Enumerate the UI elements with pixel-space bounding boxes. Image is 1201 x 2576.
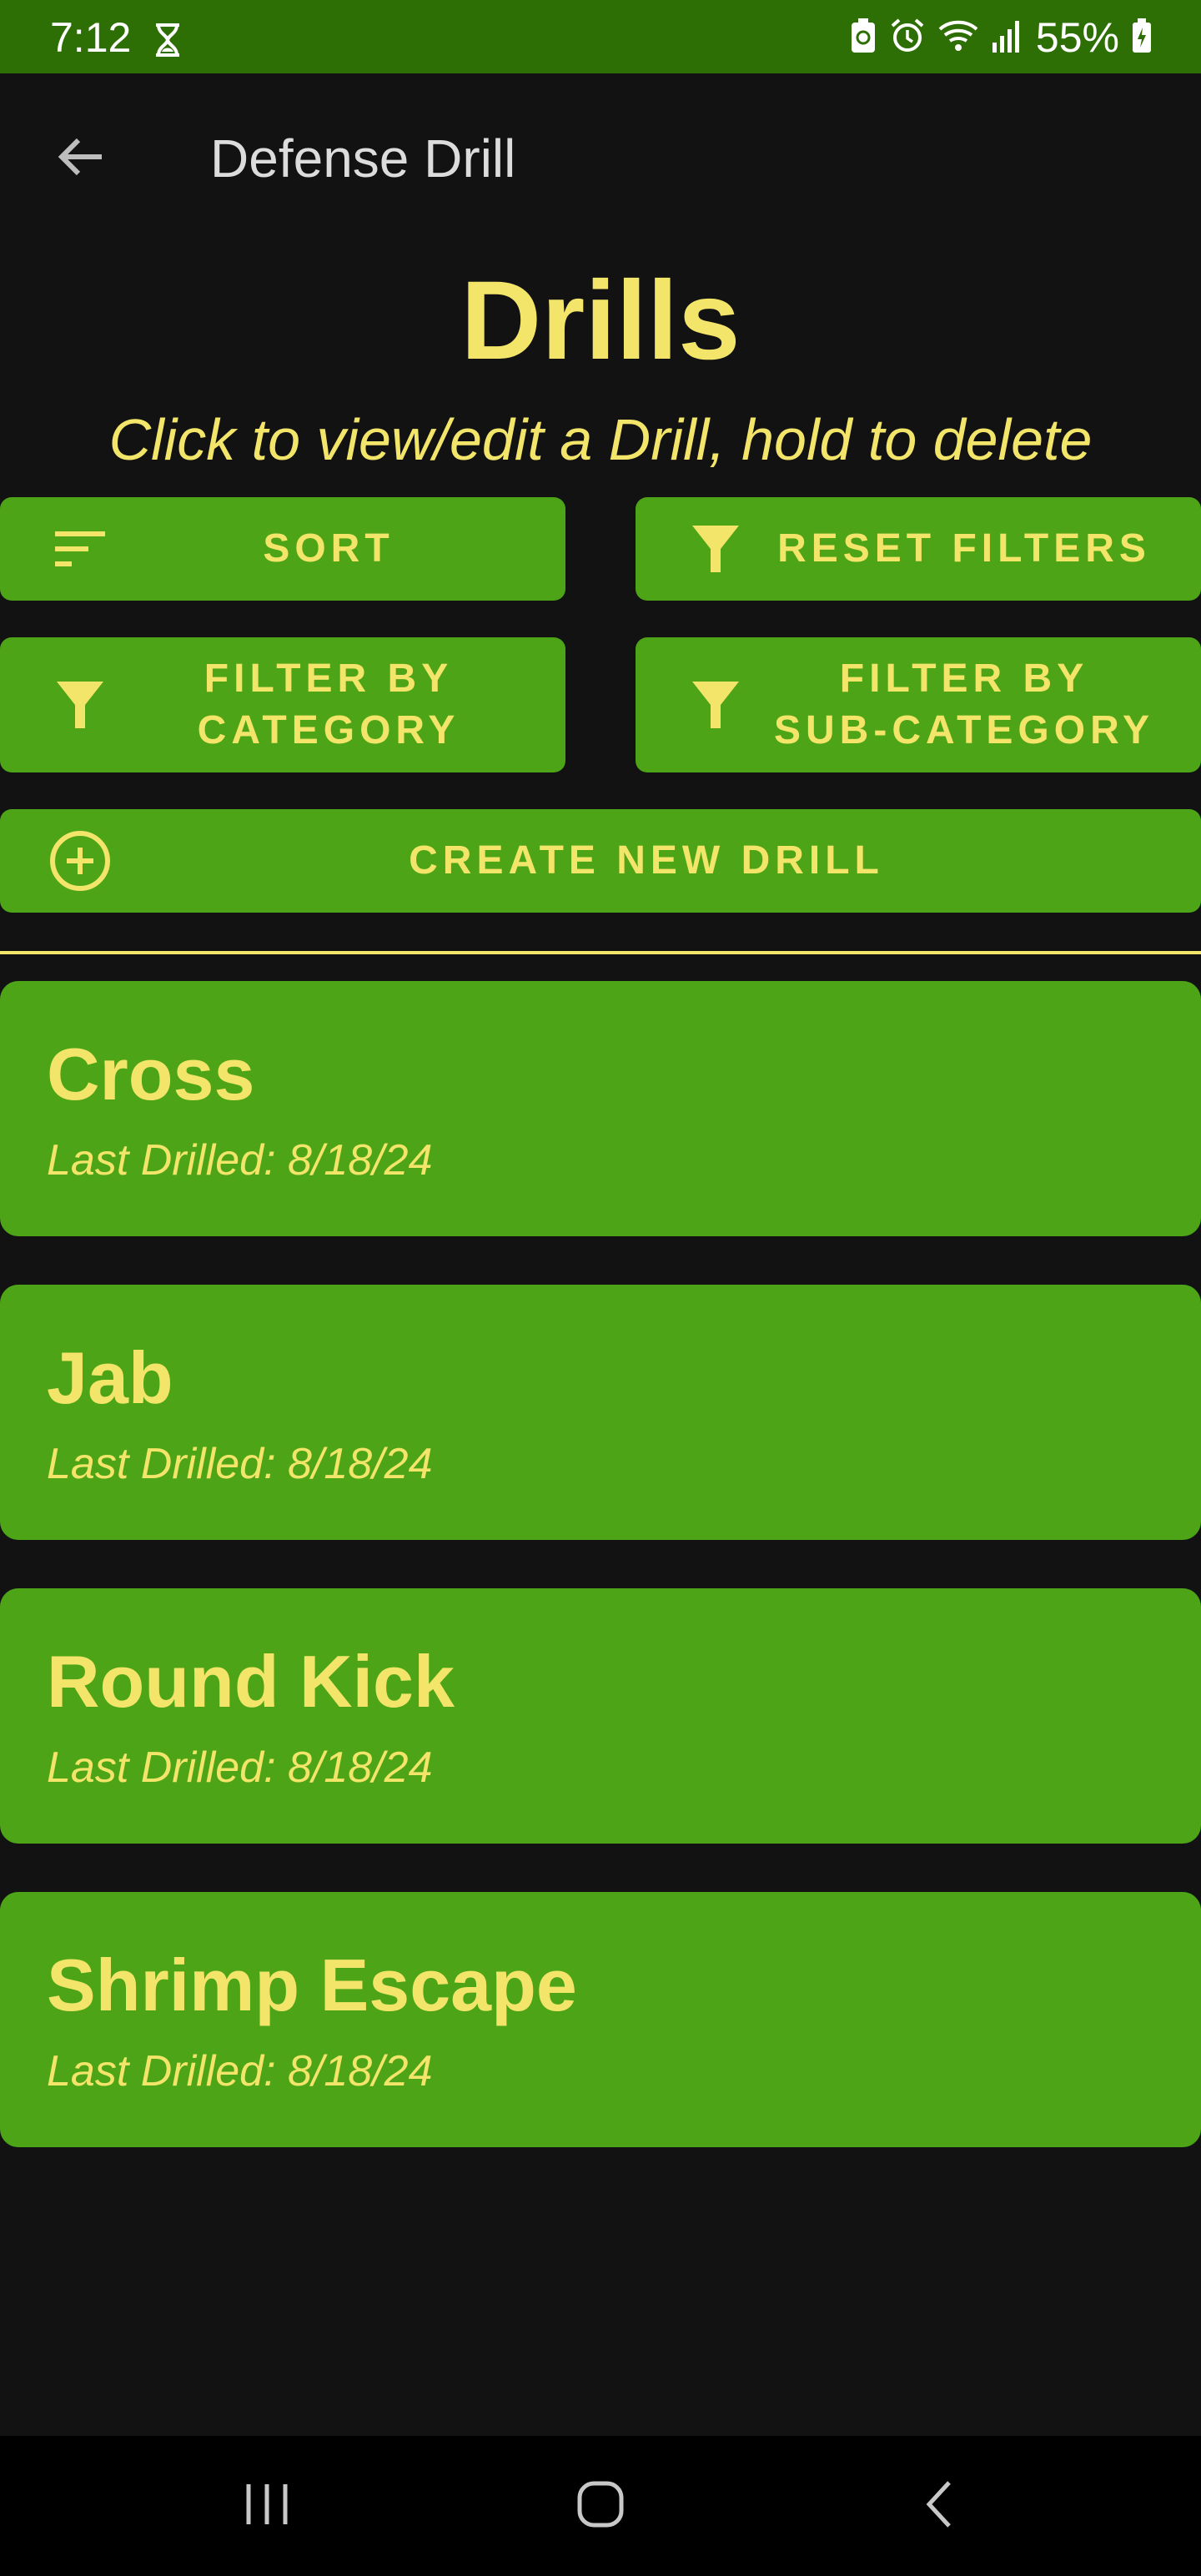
drill-name: Round Kick: [47, 1640, 455, 1723]
filter-by-category-button[interactable]: FILTER BY CATEGORY: [0, 637, 565, 772]
filter-icon: [47, 672, 113, 738]
wifi-icon: [937, 18, 979, 58]
create-new-drill-button[interactable]: CREATE NEW DRILL: [0, 809, 1201, 913]
create-new-drill-label: CREATE NEW DRILL: [409, 838, 884, 883]
drill-name: Jab: [47, 1336, 173, 1419]
chevron-left-icon: [922, 2479, 956, 2533]
add-circle-icon: [47, 828, 113, 894]
sort-button[interactable]: SORT: [0, 497, 565, 601]
drill-card[interactable]: Shrimp Escape Last Drilled: 8/18/24: [0, 1892, 1201, 2147]
drill-card[interactable]: Cross Last Drilled: 8/18/24: [0, 981, 1201, 1236]
battery-charging-icon: [1131, 18, 1153, 58]
arrow-left-icon: [55, 136, 105, 182]
hourglass-icon: [153, 23, 182, 61]
sort-icon: [47, 516, 113, 582]
drill-card[interactable]: Jab Last Drilled: 8/18/24: [0, 1285, 1201, 1540]
recent-apps-icon: [242, 2483, 292, 2530]
signal-icon: [991, 18, 1024, 58]
drill-card[interactable]: Round Kick Last Drilled: 8/18/24: [0, 1588, 1201, 1844]
filter-icon: [682, 516, 749, 582]
battery-percent: 55%: [1035, 14, 1119, 61]
drill-last-drilled: Last Drilled: 8/18/24: [47, 1136, 433, 1185]
app-title: Defense Drill: [210, 128, 516, 189]
status-bar: 7:12 55%: [0, 0, 1201, 73]
drill-name: Cross: [47, 1033, 255, 1115]
recent-apps-button[interactable]: [225, 2464, 309, 2548]
page-subtitle: Click to view/edit a Drill, hold to dele…: [108, 407, 1093, 472]
reset-filters-label: RESET FILTERS: [777, 526, 1151, 571]
page-title: Drills: [460, 259, 741, 383]
drill-name: Shrimp Escape: [47, 1944, 577, 2026]
system-nav-bar: [0, 2436, 1201, 2576]
back-button[interactable]: [47, 125, 113, 192]
reset-filters-button[interactable]: RESET FILTERS: [636, 497, 1201, 601]
drill-last-drilled: Last Drilled: 8/18/24: [47, 2047, 433, 2096]
back-nav-button[interactable]: [897, 2464, 981, 2548]
filter-by-subcategory-button[interactable]: FILTER BY SUB-CATEGORY: [636, 637, 1201, 772]
status-time: 7:12: [50, 14, 132, 61]
drill-last-drilled: Last Drilled: 8/18/24: [47, 1743, 433, 1792]
battery-saver-icon: [849, 18, 877, 58]
alarm-icon: [889, 18, 926, 58]
home-icon: [576, 2480, 625, 2533]
sort-label: SORT: [263, 526, 394, 571]
app-bar: Defense Drill: [0, 73, 1201, 244]
divider: [0, 951, 1201, 954]
home-button[interactable]: [559, 2464, 642, 2548]
filter-icon: [682, 672, 749, 738]
drill-last-drilled: Last Drilled: 8/18/24: [47, 1440, 433, 1488]
filter-by-category-label: FILTER BY CATEGORY: [197, 657, 460, 752]
status-icons: 55%: [849, 14, 1153, 61]
filter-by-subcategory-label: FILTER BY SUB-CATEGORY: [774, 657, 1154, 752]
